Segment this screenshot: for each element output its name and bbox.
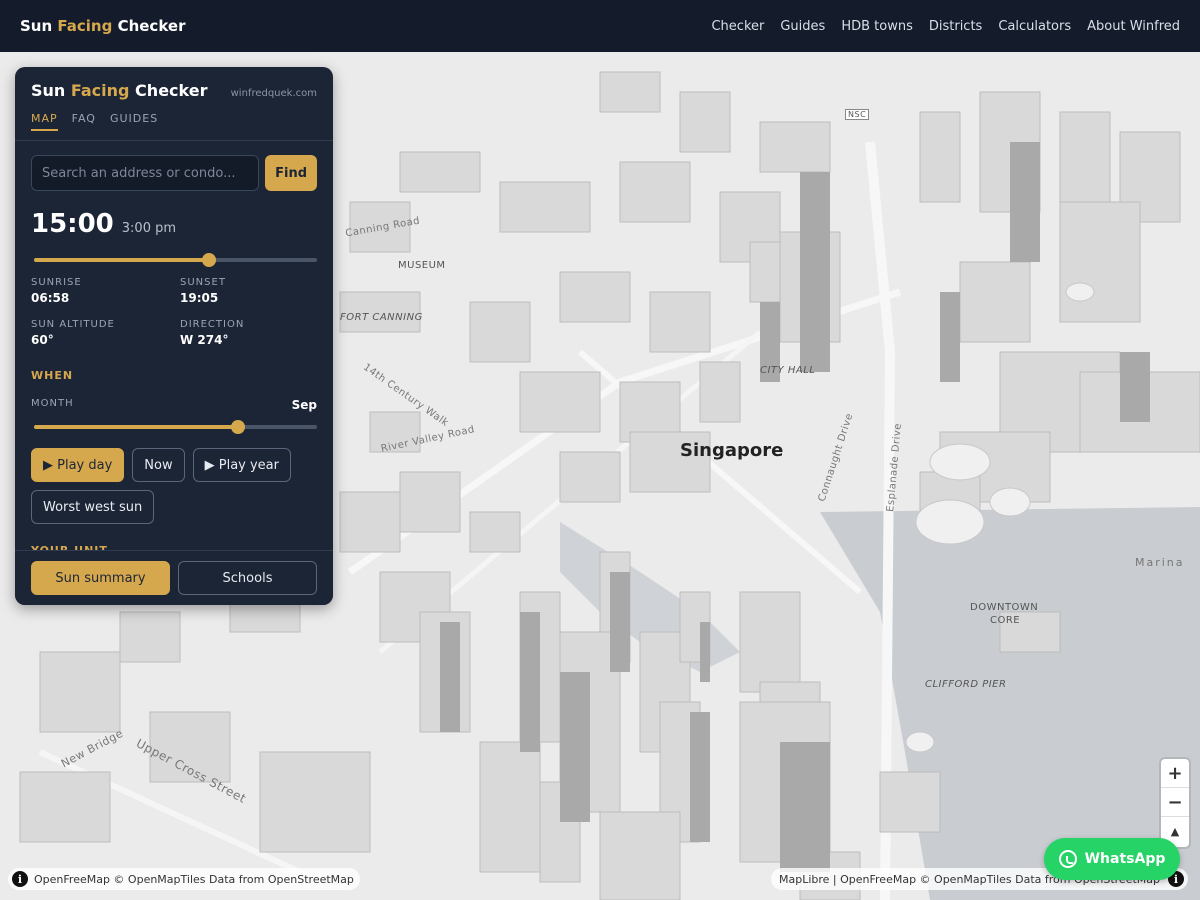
map-label-city-hall: CITY HALL xyxy=(760,365,816,376)
top-nav: Sun Facing Checker Checker Guides HDB to… xyxy=(0,0,1200,52)
time-24h: 15:00 xyxy=(31,209,114,239)
attribution-left: i OpenFreeMap © OpenMapTiles Data from O… xyxy=(8,868,360,890)
time-display: 15:00 3:00 pm xyxy=(31,209,317,239)
month-slider-fill xyxy=(34,425,238,429)
map-label-marina: Marina xyxy=(1135,556,1185,569)
stat-altitude: SUN ALTITUDE 60° xyxy=(31,319,180,347)
stat-sunset: SUNSET 19:05 xyxy=(180,277,329,305)
nav-link-about[interactable]: About Winfred xyxy=(1087,19,1180,34)
nav-link-calculators[interactable]: Calculators xyxy=(998,19,1071,34)
nav-link-checker[interactable]: Checker xyxy=(711,19,764,34)
month-row: MONTH Sep xyxy=(31,398,317,412)
playback-buttons: ▶ Play day Now ▶ Play year xyxy=(31,448,317,482)
map-label-downtown: DOWNTOWN xyxy=(970,602,1039,613)
stat-sunrise-label: SUNRISE xyxy=(31,277,82,288)
stat-altitude-value: 60° xyxy=(31,333,54,347)
search-row: Find xyxy=(31,155,317,191)
stat-direction-value: W 274° xyxy=(180,333,229,347)
panel-title-post: Checker xyxy=(129,81,208,100)
zoom-controls: + − ▲ xyxy=(1161,759,1189,847)
panel-footer: Sun summary Schools xyxy=(15,550,333,605)
extra-buttons: Worst west sun xyxy=(31,490,317,524)
nav-link-districts[interactable]: Districts xyxy=(929,19,982,34)
brand-text-pre: Sun xyxy=(20,17,58,35)
now-button[interactable]: Now xyxy=(132,448,185,482)
nav-link-hdb-towns[interactable]: HDB towns xyxy=(841,19,913,34)
time-12h: 3:00 pm xyxy=(121,221,177,236)
stat-sunset-value: 19:05 xyxy=(180,291,219,305)
sun-stats: SUNRISE 06:58 SUNSET 19:05 SUN ALTITUDE … xyxy=(31,277,317,347)
whatsapp-label: WhatsApp xyxy=(1084,851,1166,867)
play-day-button[interactable]: ▶ Play day xyxy=(31,448,125,482)
nav-link-guides[interactable]: Guides xyxy=(780,19,825,34)
nav-links: Checker Guides HDB towns Districts Calcu… xyxy=(711,19,1180,34)
brand-text-post: Checker xyxy=(112,17,186,35)
stat-sunrise: SUNRISE 06:58 xyxy=(31,277,180,305)
map-label-museum: MUSEUM xyxy=(398,260,446,271)
time-slider[interactable] xyxy=(31,251,317,267)
panel-tabs: MAP FAQ GUIDES xyxy=(31,112,317,131)
panel-site-link[interactable]: winfredquek.com xyxy=(231,88,317,99)
month-slider-thumb[interactable] xyxy=(230,420,245,434)
zoom-out-button[interactable]: − xyxy=(1161,788,1189,817)
stat-altitude-label: SUN ALTITUDE xyxy=(31,319,115,330)
map-label-downtown-core: CORE xyxy=(990,615,1021,626)
play-year-button[interactable]: ▶ Play year xyxy=(192,448,291,482)
find-button[interactable]: Find xyxy=(265,155,317,191)
tab-guides[interactable]: GUIDES xyxy=(110,112,158,131)
worst-west-sun-button[interactable]: Worst west sun xyxy=(31,490,155,524)
stat-direction: DIRECTION W 274° xyxy=(180,319,329,347)
month-label: MONTH xyxy=(31,398,74,409)
stat-sunset-label: SUNSET xyxy=(180,277,226,288)
month-value: Sep xyxy=(291,398,317,412)
month-slider[interactable] xyxy=(31,418,317,434)
map-label-fort-canning: FORT CANNING xyxy=(340,312,423,323)
whatsapp-icon xyxy=(1058,850,1077,868)
tab-map[interactable]: MAP xyxy=(31,112,58,131)
map-label-nsc: NSC xyxy=(845,109,870,120)
map-label-singapore: Singapore xyxy=(680,440,784,461)
search-input[interactable] xyxy=(31,155,260,191)
when-heading: WHEN xyxy=(31,369,74,382)
map-label-clifford-pier: CLIFFORD PIER xyxy=(925,679,1007,690)
schools-button[interactable]: Schools xyxy=(178,561,317,595)
whatsapp-button[interactable]: WhatsApp xyxy=(1044,838,1180,880)
sun-summary-button[interactable]: Sun summary xyxy=(31,561,170,595)
attribution-left-text[interactable]: OpenFreeMap © OpenMapTiles Data from Ope… xyxy=(34,873,354,886)
panel-title-pre: Sun xyxy=(31,81,71,100)
time-slider-thumb[interactable] xyxy=(202,253,217,267)
stat-sunrise-value: 06:58 xyxy=(31,291,70,305)
tab-faq[interactable]: FAQ xyxy=(72,112,96,131)
control-panel: Sun Facing Checker winfredquek.com MAP F… xyxy=(15,67,333,605)
brand-logo[interactable]: Sun Facing Checker xyxy=(20,17,185,35)
zoom-in-button[interactable]: + xyxy=(1161,759,1189,788)
brand-text-accent: Facing xyxy=(57,17,113,35)
panel-header: Sun Facing Checker winfredquek.com MAP F… xyxy=(15,67,333,141)
panel-title-accent: Facing xyxy=(70,81,130,100)
time-slider-fill xyxy=(34,258,210,262)
stat-direction-label: DIRECTION xyxy=(180,319,245,330)
panel-body: Find 15:00 3:00 pm SUNRISE 06:58 SUNSET … xyxy=(15,141,333,571)
info-icon[interactable]: i xyxy=(12,871,28,887)
